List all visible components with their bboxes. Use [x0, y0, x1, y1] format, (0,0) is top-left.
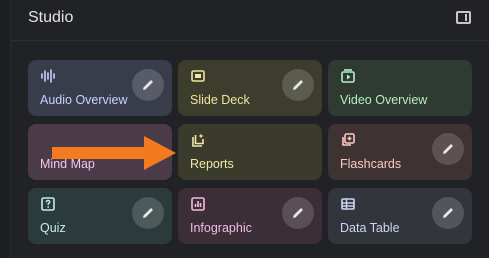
quiz-card[interactable]: Quiz [28, 188, 172, 244]
table-icon [341, 198, 355, 210]
slide-deck-card[interactable]: Slide Deck [178, 60, 322, 116]
video-overview-card[interactable]: Video Overview [328, 60, 472, 116]
panel-title: Studio [28, 9, 74, 26]
card-label: Slide Deck [190, 93, 250, 107]
card-label: Quiz [40, 221, 66, 235]
studio-header: Studio [28, 8, 476, 32]
edit-button[interactable] [432, 133, 464, 165]
video-icon [341, 69, 355, 83]
reports-card[interactable]: Reports [178, 124, 322, 180]
edit-button[interactable] [282, 69, 314, 101]
edit-button[interactable] [282, 197, 314, 229]
flashcards-icon [342, 133, 355, 146]
pencil-icon [293, 208, 303, 218]
side-panel-icon[interactable] [456, 11, 471, 24]
infographic-card[interactable]: Infographic [178, 188, 322, 244]
pencil-icon [443, 208, 453, 218]
card-label: Audio Overview [40, 93, 128, 107]
card-label: Infographic [190, 221, 252, 235]
card-label: Flashcards [340, 157, 402, 171]
pencil-icon [443, 144, 453, 154]
orange-arrow-icon [52, 136, 176, 170]
flashcards-card[interactable]: Flashcards [328, 124, 472, 180]
header-divider [10, 40, 489, 41]
card-label: Video Overview [340, 93, 428, 107]
card-label: Reports [190, 157, 234, 171]
pencil-icon [143, 80, 153, 90]
pencil-icon [143, 208, 153, 218]
edit-button[interactable] [432, 197, 464, 229]
slides-icon [191, 70, 205, 82]
data-table-card[interactable]: Data Table [328, 188, 472, 244]
card-label: Data Table [340, 221, 400, 235]
infographic-icon [191, 197, 205, 211]
audio-overview-card[interactable]: Audio Overview [28, 60, 172, 116]
reports-icon [192, 133, 204, 147]
edit-button[interactable] [132, 197, 164, 229]
quiz-icon [41, 197, 55, 211]
edit-button[interactable] [132, 69, 164, 101]
pencil-icon [293, 80, 303, 90]
audio-waveform-icon [41, 69, 55, 83]
